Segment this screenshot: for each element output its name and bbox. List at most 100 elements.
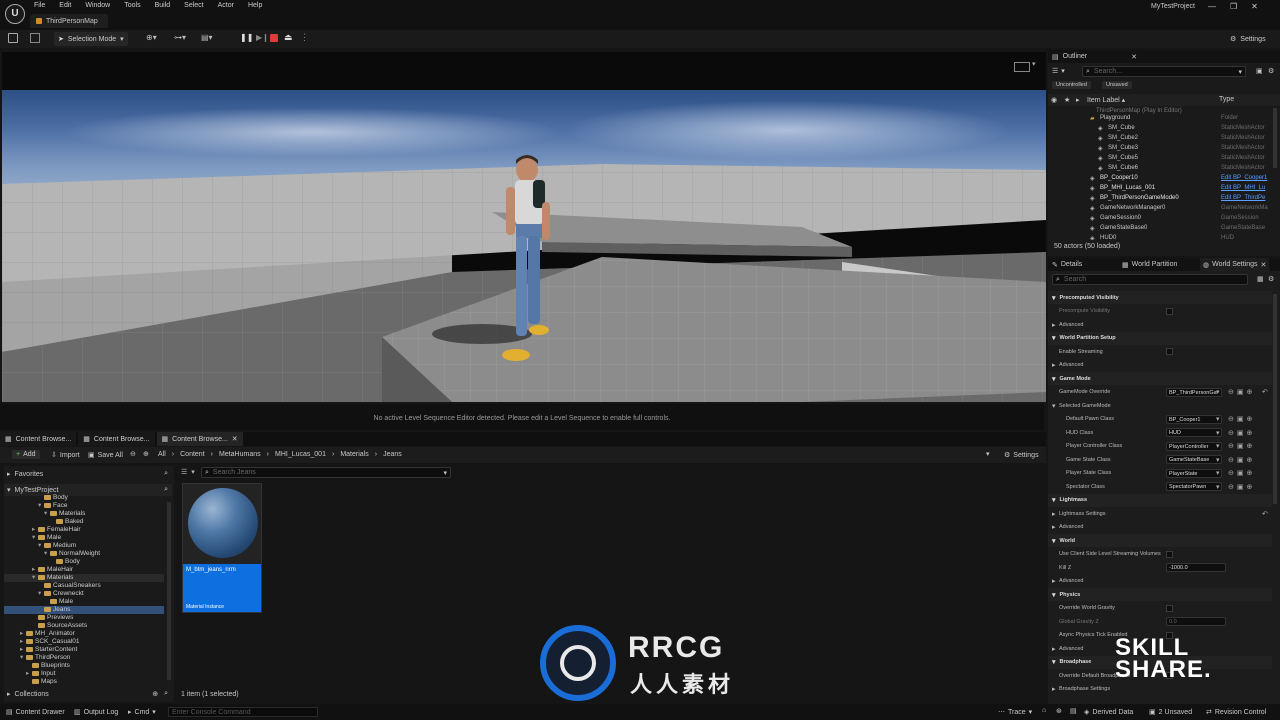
add-icon[interactable]: ⊕	[1247, 483, 1253, 491]
add-actor-icon[interactable]: ⊕▾	[146, 33, 157, 42]
save-icon[interactable]	[8, 33, 18, 43]
expand-icon[interactable]: ▸	[1052, 510, 1056, 518]
grid-view-icon[interactable]: ▦	[1257, 275, 1264, 283]
details-section-header[interactable]: ▾ Precomputed Visibility	[1048, 291, 1272, 304]
outliner-row[interactable]: ◈ HUD0 HUD	[1048, 234, 1274, 240]
settings-button[interactable]: ⚙ Settings	[1226, 32, 1270, 46]
breadcrumb-jeans[interactable]: Jeans	[383, 451, 402, 458]
output-log-button[interactable]: ▥ Output Log	[74, 708, 118, 717]
folder-icon[interactable]: ▣	[1237, 442, 1244, 450]
folder-add-icon[interactable]: ▣	[1256, 67, 1263, 75]
selection-mode-dropdown[interactable]: ➤ Selection Mode ▾	[54, 32, 128, 46]
expand-icon[interactable]: ▸	[1052, 523, 1056, 531]
tree-scrollbar[interactable]	[167, 502, 171, 680]
folder-tree-item[interactable]: Body	[4, 494, 164, 502]
level-viewport[interactable]: ▾	[2, 52, 1046, 402]
folder-tree-item[interactable]: CasualSneakers	[4, 582, 164, 590]
expand-icon[interactable]: ▸	[1052, 361, 1056, 369]
folder-tree-item[interactable]: Male	[4, 598, 164, 606]
property-checkbox[interactable]	[1166, 604, 1173, 612]
close-icon[interactable]: ✕	[232, 435, 238, 443]
outliner-row[interactable]: ◈ BP_MHI_Lucas_001 Edit BP_MHI_Lu	[1048, 184, 1274, 194]
history-forward-icon[interactable]: ⊕	[143, 450, 149, 458]
property-dropdown[interactable]: HUD	[1166, 428, 1222, 438]
chevron-down-icon[interactable]: ▾	[986, 450, 990, 458]
details-section-header[interactable]: ▾ World Partition Setup	[1048, 331, 1272, 345]
folder-tree-item[interactable]: ▾ ThirdPerson	[4, 654, 164, 662]
outliner-row[interactable]: ◈ GameNetworkManager0 GameNetworkMa	[1048, 204, 1274, 214]
folder-tree-item[interactable]: ▾ Materials	[4, 574, 164, 582]
trace-button[interactable]: ⋯ Trace ▾	[998, 708, 1032, 717]
tab-details[interactable]: ✎ Details	[1048, 261, 1122, 269]
search-icon[interactable]: ⌕	[164, 690, 168, 698]
property-checkbox[interactable]	[1166, 307, 1173, 315]
derived-data-button[interactable]: ◈ Derived Data	[1084, 708, 1133, 717]
property-number-field[interactable]: 0.0	[1166, 617, 1226, 627]
reset-icon[interactable]: ↶	[1262, 388, 1268, 396]
expand-icon[interactable]: ▾	[1052, 402, 1056, 410]
save-all-button[interactable]: ▣ Save All	[88, 451, 123, 460]
menu-build[interactable]: Build	[155, 2, 171, 9]
unreal-logo-icon[interactable]: U	[5, 4, 25, 24]
folder-tree-item[interactable]: Maps	[4, 678, 164, 684]
folder-tree-item[interactable]: ▸ MaleHair	[4, 566, 164, 574]
folder-tree-item[interactable]: ▾ Medium	[4, 542, 164, 550]
cmd-dropdown[interactable]: ▸ Cmd ▾	[128, 708, 156, 717]
asset-search-input[interactable]: ⌕ Search Jeans ▾	[201, 467, 451, 478]
gear-icon[interactable]: ⚙	[1268, 275, 1274, 283]
stop-icon[interactable]	[270, 34, 278, 42]
outliner-search-input[interactable]: ⌕ Search... ▾	[1082, 66, 1246, 77]
browse-icon[interactable]: ⊖	[1228, 456, 1234, 464]
folder-tree-item[interactable]: ▸ SCK_Casual01	[4, 638, 164, 646]
folder-icon[interactable]: ▣	[1237, 388, 1244, 396]
add-button[interactable]: + Add	[12, 450, 40, 459]
step-icon[interactable]: ▶❙	[256, 33, 269, 42]
browse-icon[interactable]: ⊖	[1228, 388, 1234, 396]
menu-select[interactable]: Select	[184, 2, 203, 9]
details-section-header[interactable]: ▾ World	[1048, 534, 1272, 547]
property-number-field[interactable]: -1000.0	[1166, 563, 1226, 573]
add-icon[interactable]: ⊕	[1247, 442, 1253, 450]
property-checkbox[interactable]	[1166, 348, 1173, 356]
tab-content-browser-3[interactable]: ▦ Content Browse... ✕	[156, 432, 243, 446]
details-section-header[interactable]: ▾ Game Mode	[1048, 372, 1272, 385]
outliner-filter-button[interactable]: ☰ ▾	[1052, 67, 1065, 75]
folder-tree-item[interactable]: ▸ MH_Animator	[4, 630, 164, 638]
folder-icon[interactable]: ▣	[1237, 483, 1244, 491]
details-subsection[interactable]: ▸ Advanced	[1048, 575, 1272, 589]
folder-icon[interactable]: ▣	[1237, 456, 1244, 464]
folder-tree-item[interactable]: ▸ StarterContent	[4, 646, 164, 654]
edit-blueprint-link[interactable]: Edit BP_ThirdPe	[1221, 195, 1265, 201]
outliner-row[interactable]: ◈ GameSession0 GameSession	[1048, 214, 1274, 224]
details-subsection[interactable]: ▸ Lightmass Settings ↶	[1048, 507, 1272, 521]
history-back-icon[interactable]: ⊖	[130, 450, 136, 458]
close-button[interactable]: ✕	[1251, 2, 1258, 11]
outliner-row[interactable]: ◈ SM_Cube3 StaticMeshActor	[1048, 144, 1274, 154]
folder-icon[interactable]: ▣	[1237, 429, 1244, 437]
folder-tree-item[interactable]: SourceAssets	[4, 622, 164, 630]
outliner-row[interactable]: ◈ SM_Cube6 StaticMeshActor	[1048, 164, 1274, 174]
edit-blueprint-link[interactable]: Edit BP_Cooper1	[1221, 175, 1267, 181]
expand-icon[interactable]: ▸	[1052, 685, 1056, 693]
star-icon[interactable]: ★	[1064, 96, 1070, 104]
folder-tree-item[interactable]: ▾ Crewneckt	[4, 590, 164, 598]
browse-icon[interactable]: ⊖	[1228, 483, 1234, 491]
add-icon[interactable]: ⊕	[1247, 415, 1253, 423]
content-settings-button[interactable]: ⚙ Settings	[1004, 451, 1039, 460]
details-subsection[interactable]: ▸ Advanced	[1048, 521, 1272, 535]
expand-icon[interactable]: ▸	[1052, 321, 1056, 329]
blueprint-icon[interactable]: ⊶▾	[174, 33, 186, 42]
property-dropdown[interactable]: BP_Cooper1	[1166, 414, 1222, 424]
property-dropdown[interactable]: BP_ThirdPersonGa	[1166, 387, 1222, 397]
details-scrollbar[interactable]	[1273, 294, 1277, 504]
add-icon[interactable]: ⊕	[1247, 469, 1253, 477]
search-icon[interactable]: ⌕	[164, 486, 168, 494]
close-icon[interactable]: ✕	[1261, 261, 1267, 269]
folder-tree-item[interactable]: Blueprints	[4, 662, 164, 670]
browse-icon[interactable]: ⊖	[1228, 442, 1234, 450]
pause-icon[interactable]: ❚❚	[240, 33, 253, 42]
add-icon[interactable]: ⊕	[1247, 456, 1253, 464]
outliner-tab[interactable]: ▤ Outliner ✕	[1048, 50, 1280, 63]
asset-tile[interactable]: M_btm_jeans_nrm Material Instance	[182, 483, 262, 613]
details-section-header[interactable]: ▾ Lightmass	[1048, 493, 1272, 507]
